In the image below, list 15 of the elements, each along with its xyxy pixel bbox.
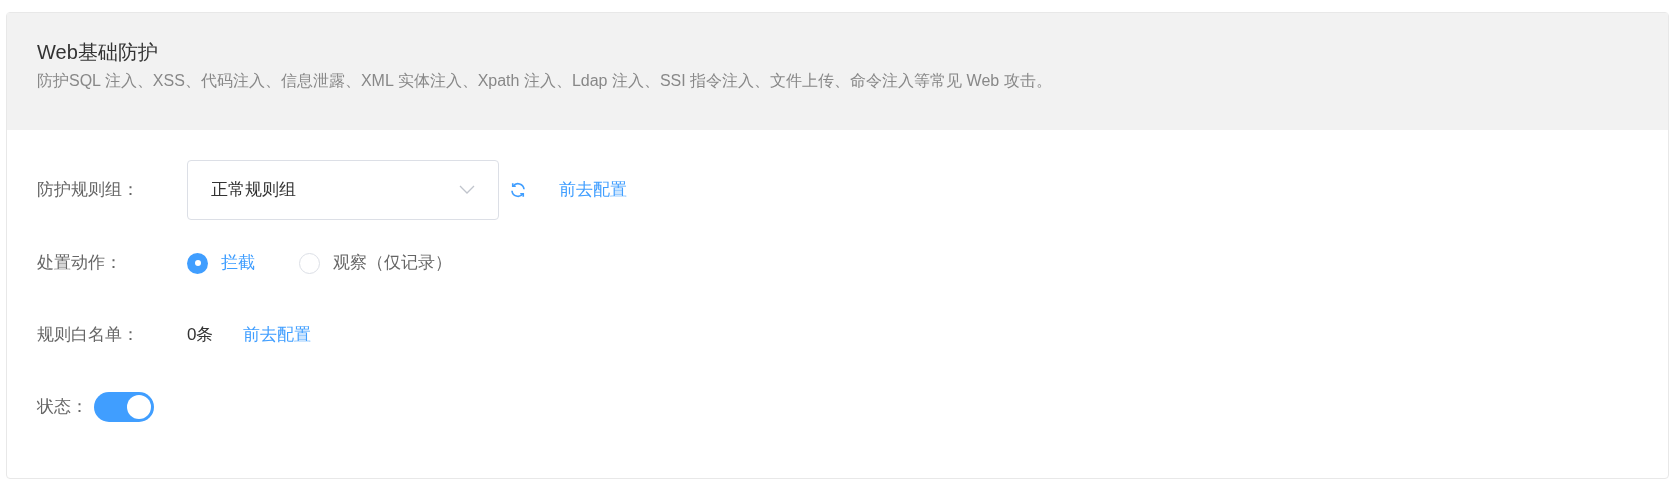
field-label: 防护规则组： bbox=[37, 179, 140, 202]
field-label: 状态： bbox=[37, 396, 88, 419]
field-label: 规则白名单： bbox=[37, 324, 140, 347]
refresh-icon[interactable] bbox=[509, 181, 527, 199]
rule-group-select[interactable]: 正常规则组 bbox=[187, 160, 499, 220]
configure-link[interactable]: 前去配置 bbox=[243, 322, 312, 348]
chevron-down-icon bbox=[459, 185, 475, 195]
status-toggle[interactable] bbox=[94, 392, 154, 422]
configure-link[interactable]: 前去配置 bbox=[559, 177, 627, 203]
radio-option[interactable]: 拦截 bbox=[187, 250, 255, 276]
radio-option[interactable]: 观察（仅记录） bbox=[299, 250, 452, 276]
whitelist-count: 0条 bbox=[187, 324, 214, 347]
field-label: 处置动作： bbox=[37, 252, 123, 275]
panel-description: 防护SQL 注入、XSS、代码注入、信息泄露、XML 实体注入、Xpath 注入、Ldap 注入、SSI 指令注入、文件上传、命令注入等常见 Web 攻击。 bbox=[37, 71, 1053, 91]
panel-title: Web基础防护 bbox=[37, 40, 159, 65]
